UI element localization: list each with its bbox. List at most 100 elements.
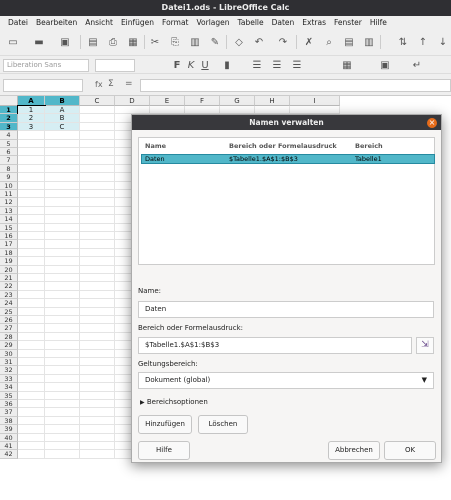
cell-b23[interactable] xyxy=(45,290,80,300)
cell-c18[interactable] xyxy=(80,248,115,258)
row-header[interactable]: 27 xyxy=(0,324,18,333)
cell-c38[interactable] xyxy=(80,416,115,426)
copy-icon[interactable]: ⎘ xyxy=(166,33,184,51)
cell-b26[interactable] xyxy=(45,316,80,325)
cell-b1[interactable]: A xyxy=(45,106,80,115)
row-header[interactable]: 23 xyxy=(0,290,18,300)
row-header[interactable]: 18 xyxy=(0,248,18,258)
menu-item[interactable]: Hilfe xyxy=(366,16,391,29)
menu-item[interactable]: Fenster xyxy=(330,16,366,29)
cell-a20[interactable] xyxy=(18,265,45,274)
row-header[interactable]: 33 xyxy=(0,374,18,384)
cell-c31[interactable] xyxy=(80,358,115,367)
font-size-box[interactable] xyxy=(95,59,135,72)
cell-b37[interactable] xyxy=(45,408,80,417)
cell-b31[interactable] xyxy=(45,358,80,367)
cell-a14[interactable] xyxy=(18,215,45,224)
cell-a8[interactable] xyxy=(18,164,45,174)
cell-a28[interactable] xyxy=(18,332,45,342)
row-header[interactable]: 4 xyxy=(0,131,18,140)
font-name-box[interactable]: Liberation Sans xyxy=(3,59,89,72)
cell-b11[interactable] xyxy=(45,190,80,199)
row-header[interactable]: 28 xyxy=(0,332,18,342)
cell-c24[interactable] xyxy=(80,299,115,308)
row-header[interactable]: 14 xyxy=(0,215,18,224)
cell-c13[interactable] xyxy=(80,206,115,216)
cell-a34[interactable] xyxy=(18,383,45,392)
cell-c2[interactable] xyxy=(80,114,115,123)
cell-a31[interactable] xyxy=(18,358,45,367)
row-header[interactable]: 3 xyxy=(0,122,18,132)
row-header[interactable]: 22 xyxy=(0,282,18,291)
cell-b13[interactable] xyxy=(45,206,80,216)
name-field[interactable]: Daten xyxy=(138,301,434,318)
clone-icon[interactable]: ✎ xyxy=(206,33,224,51)
cell-a30[interactable] xyxy=(18,349,45,358)
cell-c11[interactable] xyxy=(80,190,115,199)
cell-c21[interactable] xyxy=(80,274,115,283)
menu-item[interactable]: Vorlagen xyxy=(192,16,233,29)
range-options-expander[interactable]: ▶ Bereichsoptionen xyxy=(140,398,208,406)
cell-c17[interactable] xyxy=(80,240,115,249)
cell-c19[interactable] xyxy=(80,257,115,266)
cell-a40[interactable] xyxy=(18,433,45,442)
cell-a3[interactable]: 3 xyxy=(18,122,45,132)
clear-icon[interactable]: ◇ xyxy=(230,33,248,51)
cell-b33[interactable] xyxy=(45,374,80,384)
cell-c37[interactable] xyxy=(80,408,115,417)
cell-c27[interactable] xyxy=(80,324,115,333)
cell-b25[interactable] xyxy=(45,307,80,316)
cell-a9[interactable] xyxy=(18,173,45,182)
cell-b30[interactable] xyxy=(45,349,80,358)
cell-b40[interactable] xyxy=(45,433,80,442)
row-icon[interactable]: ▤ xyxy=(340,33,358,51)
cell-a11[interactable] xyxy=(18,190,45,199)
header-scope[interactable]: Bereich xyxy=(355,142,383,150)
row-header[interactable]: 25 xyxy=(0,307,18,316)
column-header[interactable]: D xyxy=(115,96,150,106)
cell-a26[interactable] xyxy=(18,316,45,325)
row-header[interactable]: 19 xyxy=(0,257,18,266)
cell-c42[interactable] xyxy=(80,450,115,459)
menu-item[interactable]: Tabelle xyxy=(234,16,268,29)
menu-item[interactable]: Ansicht xyxy=(81,16,117,29)
row-header[interactable]: 35 xyxy=(0,391,18,400)
cell-c22[interactable] xyxy=(80,282,115,291)
cell-b36[interactable] xyxy=(45,400,80,409)
cell-c4[interactable] xyxy=(80,131,115,140)
cell-a19[interactable] xyxy=(18,257,45,266)
cell-c23[interactable] xyxy=(80,290,115,300)
menu-item[interactable]: Format xyxy=(158,16,192,29)
row-header[interactable]: 11 xyxy=(0,190,18,199)
align-center-icon[interactable]: ☰ xyxy=(270,59,284,72)
cell-b6[interactable] xyxy=(45,148,80,157)
delete-button[interactable]: Löschen xyxy=(198,415,248,434)
cell-b10[interactable] xyxy=(45,181,80,190)
sum-icon[interactable]: Σ xyxy=(108,79,114,89)
cell-c12[interactable] xyxy=(80,198,115,207)
cell-b35[interactable] xyxy=(45,391,80,400)
row-header[interactable]: 36 xyxy=(0,400,18,409)
cell-a33[interactable] xyxy=(18,374,45,384)
cell-b18[interactable] xyxy=(45,248,80,258)
cell-a21[interactable] xyxy=(18,274,45,283)
formula-input[interactable] xyxy=(140,79,451,92)
cell-c3[interactable] xyxy=(80,122,115,132)
cell-c20[interactable] xyxy=(80,265,115,274)
row-header[interactable]: 9 xyxy=(0,173,18,182)
row-header[interactable]: 17 xyxy=(0,240,18,249)
cell-b29[interactable] xyxy=(45,341,80,350)
merge-icon[interactable]: ▣ xyxy=(378,59,392,72)
table-row[interactable]: Daten $Tabelle1.$A$1:$B$3 Tabelle1 xyxy=(141,154,435,164)
border-icon[interactable]: ▦ xyxy=(340,59,354,72)
cell-c33[interactable] xyxy=(80,374,115,384)
cell-c5[interactable] xyxy=(80,139,115,148)
cell-a15[interactable] xyxy=(18,223,45,232)
cell-a25[interactable] xyxy=(18,307,45,316)
cell-a32[interactable] xyxy=(18,366,45,375)
sort-ascending-icon[interactable]: ↑ xyxy=(414,33,432,51)
cell-b19[interactable] xyxy=(45,257,80,266)
cell-a17[interactable] xyxy=(18,240,45,249)
cell-b16[interactable] xyxy=(45,232,80,241)
cell-a42[interactable] xyxy=(18,450,45,459)
